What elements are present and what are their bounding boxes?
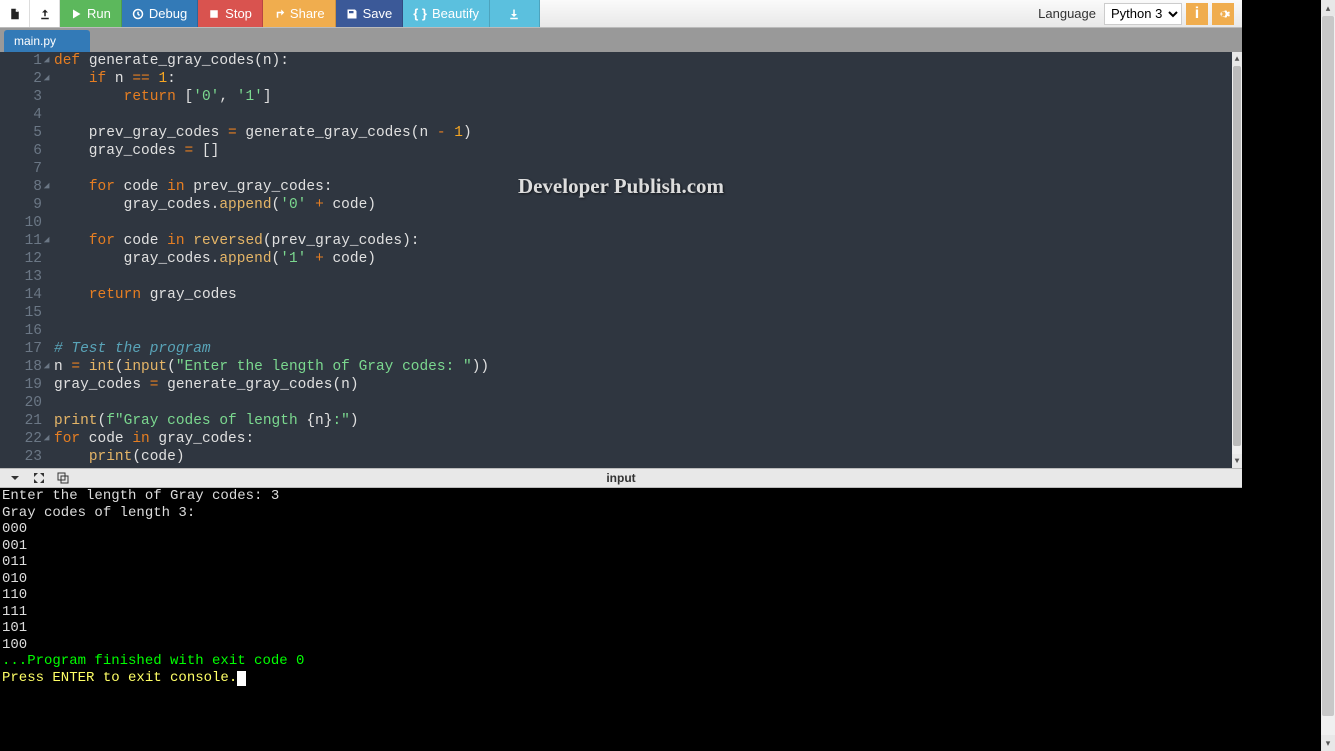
run-label: Run: [87, 6, 111, 21]
stop-label: Stop: [225, 6, 252, 21]
editor-code[interactable]: def generate_gray_codes(n): if n == 1: r…: [50, 52, 1242, 468]
fullscreen-panel-button[interactable]: [32, 471, 46, 485]
stop-icon: [208, 8, 220, 20]
download-button[interactable]: [490, 0, 540, 27]
language-select[interactable]: Python 3: [1104, 3, 1182, 25]
beautify-button[interactable]: { } Beautify: [403, 0, 490, 27]
page-scrollbar[interactable]: ▴ ▾: [1321, 0, 1335, 751]
scroll-up-icon[interactable]: ▲: [1232, 52, 1242, 66]
console-output[interactable]: Enter the length of Gray codes: 3Gray co…: [0, 488, 1242, 751]
editor-scrollbar[interactable]: ▲ ▼: [1232, 52, 1242, 468]
page-scroll-down-icon[interactable]: ▾: [1321, 735, 1335, 751]
settings-button[interactable]: [1212, 3, 1234, 25]
toolbar-right: Language Python 3 i: [1038, 0, 1242, 27]
collapse-panel-button[interactable]: [8, 471, 22, 485]
code-editor[interactable]: 1234567891011121314151617181920212223 de…: [0, 52, 1242, 468]
clock-icon: [132, 8, 144, 20]
save-label: Save: [363, 6, 393, 21]
debug-label: Debug: [149, 6, 187, 21]
expand-icon: [33, 472, 45, 484]
tab-main-py[interactable]: main.py: [4, 30, 90, 52]
share-icon: [273, 8, 285, 20]
download-icon: [508, 8, 520, 20]
gear-icon: [1216, 7, 1230, 21]
upload-icon: [39, 8, 51, 20]
tab-bar: main.py: [0, 28, 1242, 52]
copy-icon: [57, 472, 69, 484]
upload-button[interactable]: [30, 0, 60, 27]
braces-icon: { }: [413, 6, 427, 21]
console-title: input: [606, 471, 635, 485]
beautify-label: Beautify: [432, 6, 479, 21]
new-file-button[interactable]: [0, 0, 30, 27]
page-scroll-thumb[interactable]: [1322, 16, 1334, 716]
debug-button[interactable]: Debug: [122, 0, 198, 27]
file-icon: [9, 8, 21, 20]
save-button[interactable]: Save: [336, 0, 404, 27]
editor-gutter: 1234567891011121314151617181920212223: [0, 52, 50, 468]
info-button[interactable]: i: [1186, 3, 1208, 25]
run-button[interactable]: Run: [60, 0, 122, 27]
toolbar: Run Debug Stop Share Save { } Beautify: [0, 0, 1242, 28]
info-icon: i: [1195, 5, 1199, 23]
chevron-down-icon: [9, 472, 21, 484]
page-scroll-up-icon[interactable]: ▴: [1321, 0, 1335, 16]
toolbar-left: Run Debug Stop Share Save { } Beautify: [0, 0, 540, 27]
stop-button[interactable]: Stop: [198, 0, 263, 27]
save-icon: [346, 8, 358, 20]
scroll-down-icon[interactable]: ▼: [1232, 454, 1242, 468]
app-frame: Run Debug Stop Share Save { } Beautify: [0, 0, 1242, 751]
share-label: Share: [290, 6, 325, 21]
console-header: input: [0, 468, 1242, 488]
editor-scroll-thumb[interactable]: [1233, 66, 1241, 446]
play-icon: [70, 8, 82, 20]
copy-panel-button[interactable]: [56, 471, 70, 485]
language-label: Language: [1038, 6, 1096, 21]
share-button[interactable]: Share: [263, 0, 336, 27]
